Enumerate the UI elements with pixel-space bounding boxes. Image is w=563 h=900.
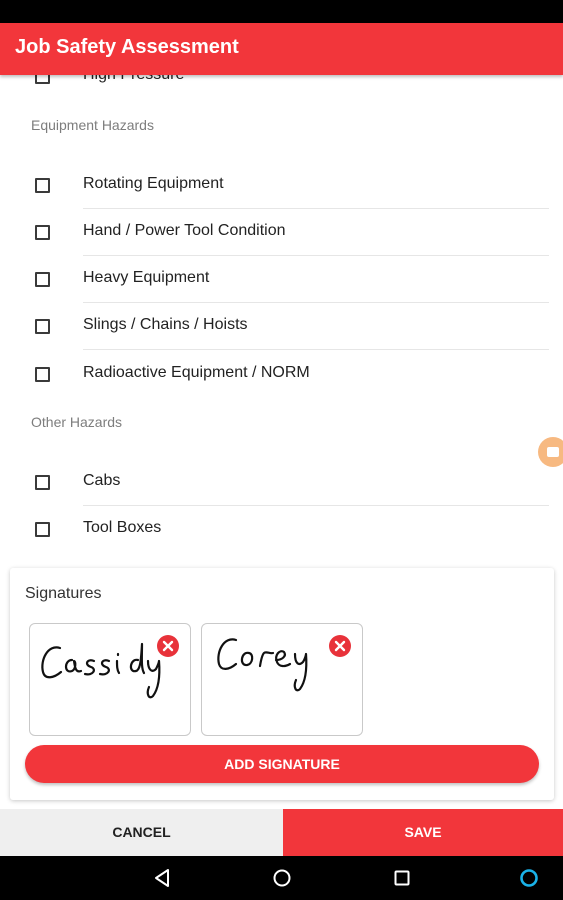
checkbox[interactable] [35, 367, 50, 382]
checklist-item-high-pressure[interactable]: High Pressure [0, 75, 563, 100]
cancel-button[interactable]: CANCEL [0, 809, 283, 856]
recents-icon[interactable] [393, 868, 411, 888]
checkbox[interactable] [35, 319, 50, 334]
status-bar [0, 0, 563, 23]
checklist-item-label: Hand / Power Tool Condition [83, 222, 286, 239]
checklist-item-cabs[interactable]: Cabs [0, 459, 563, 506]
checkbox[interactable] [35, 225, 50, 240]
checklist-item-label: Slings / Chains / Hoists [83, 316, 248, 333]
add-signature-button[interactable]: ADD SIGNATURE [25, 745, 539, 783]
checklist-item-label: Tool Boxes [83, 519, 162, 536]
back-icon[interactable] [153, 868, 171, 888]
section-header-equipment-hazards: Equipment Hazards [31, 117, 154, 133]
checklist-item-hand-power-tool-condition[interactable]: Hand / Power Tool Condition [0, 209, 563, 256]
checkbox[interactable] [35, 272, 50, 287]
checklist-item-tool-boxes[interactable]: Tool Boxes [0, 506, 563, 553]
divider [83, 349, 549, 350]
checklist-item-heavy-equipment[interactable]: Heavy Equipment [0, 256, 563, 303]
checkbox[interactable] [35, 178, 50, 193]
page-title: Job Safety Assessment [15, 36, 239, 58]
signatures-title: Signatures [25, 585, 102, 602]
checklist-item-slings-chains-hoists[interactable]: Slings / Chains / Hoists [0, 303, 563, 350]
checklist-item-label: Rotating Equipment [83, 175, 224, 192]
signature-box-corey[interactable] [201, 623, 363, 736]
bottom-action-bar: CANCEL SAVE [0, 809, 563, 856]
checklist-item-label: Radioactive Equipment / NORM [83, 364, 310, 381]
checklist-scroll-area[interactable]: High Pressure Equipment Hazards Rotating… [0, 75, 563, 809]
signature-box-cassidy[interactable] [29, 623, 191, 736]
checklist-item-label: Heavy Equipment [83, 269, 210, 286]
floating-camera-icon[interactable] [538, 437, 563, 467]
checkbox[interactable] [35, 475, 50, 490]
checkbox[interactable] [35, 522, 50, 537]
remove-signature-icon[interactable] [329, 635, 351, 657]
checklist-item-rotating-equipment[interactable]: Rotating Equipment [0, 162, 563, 209]
app-bar: Job Safety Assessment [0, 23, 563, 75]
checkbox[interactable] [35, 75, 50, 84]
section-header-other-hazards: Other Hazards [31, 414, 123, 430]
system-nav-bar [0, 856, 563, 900]
assistant-icon[interactable] [519, 868, 539, 888]
save-button[interactable]: SAVE [283, 809, 563, 856]
checklist-item-label: High Pressure [83, 75, 184, 84]
remove-signature-icon[interactable] [157, 635, 179, 657]
checklist-item-label: Cabs [83, 472, 121, 489]
home-icon[interactable] [272, 868, 292, 888]
signatures-card: Signatures ADD SIGNATURE [10, 568, 554, 800]
checklist-item-radioactive-equipment-norm[interactable]: Radioactive Equipment / NORM [0, 351, 563, 398]
